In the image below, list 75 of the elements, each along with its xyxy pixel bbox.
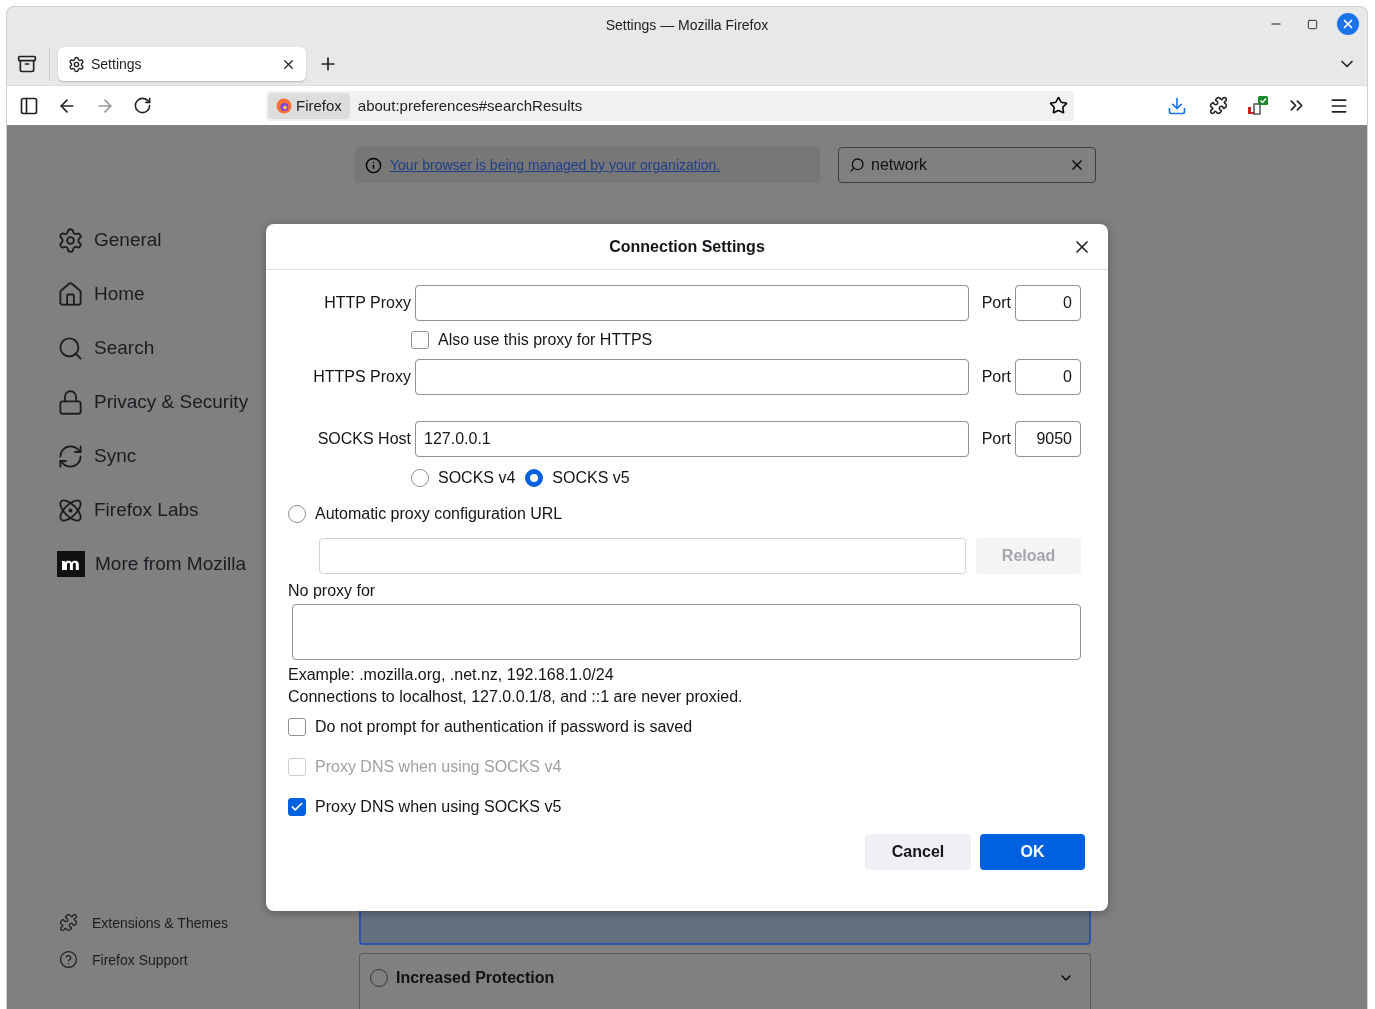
- host-field[interactable]: [415, 285, 969, 321]
- logo-icon: [57, 551, 85, 577]
- tray-icon: [17, 54, 37, 74]
- checkbox[interactable]: [411, 331, 429, 349]
- port-field[interactable]: 0: [1015, 359, 1081, 395]
- search-icon: [849, 157, 865, 173]
- identity-button[interactable]: Firefox: [268, 92, 350, 119]
- protection-card[interactable]: Increased Protection: [359, 953, 1091, 1009]
- example-text: Example: .mozilla.org, .net.nz, 192.168.1.0/24: [288, 666, 615, 684]
- card-title: Increased Protection: [396, 968, 556, 987]
- reload-icon: [133, 96, 152, 115]
- tab-title: Settings: [91, 56, 143, 72]
- host-field[interactable]: [415, 359, 969, 395]
- radio-option[interactable]: SOCKS v5: [525, 469, 630, 487]
- settings-icon: [68, 55, 85, 73]
- sync-icon: [57, 442, 84, 470]
- lock-icon: [57, 388, 84, 416]
- port-field[interactable]: 0: [1015, 285, 1081, 321]
- checkbox-row[interactable]: Do not prompt for authentication if password is saved: [288, 718, 1081, 736]
- field-label: Port: [980, 368, 1011, 386]
- sidebar-icon: [19, 95, 39, 116]
- search-field[interactable]: network: [838, 147, 1096, 183]
- radio-label: Automatic proxy configuration URL: [315, 505, 563, 523]
- radio-option[interactable]: Automatic proxy configuration URL: [288, 505, 1081, 523]
- url-field[interactable]: [319, 538, 966, 574]
- address-bar[interactable]: Firefox about:preferences#searchResults: [266, 90, 1074, 121]
- sidebar-link[interactable]: Firefox Support: [57, 950, 355, 969]
- bookmark-star-icon[interactable]: [1049, 96, 1068, 115]
- no-proxy-field[interactable]: [292, 604, 1081, 660]
- browser-logo-icon: [276, 97, 292, 114]
- radio-option[interactable]: SOCKS v4: [411, 469, 516, 487]
- checkbox-label: Do not prompt for authentication if password is saved: [315, 718, 693, 736]
- field-label: HTTPS Proxy: [312, 368, 411, 386]
- atom-icon: [57, 496, 84, 524]
- checkbox-row[interactable]: Also use this proxy for HTTPS: [411, 331, 1081, 349]
- home-icon: [57, 280, 84, 308]
- sidebar-item[interactable]: General: [57, 213, 355, 267]
- port-field[interactable]: 9050: [1015, 421, 1081, 457]
- dialog-title: Connection Settings: [609, 237, 765, 256]
- cancel-button[interactable]: Cancel: [865, 834, 971, 870]
- checkbox[interactable]: [288, 718, 306, 736]
- host-field[interactable]: 127.0.0.1: [415, 421, 969, 457]
- checkbox-label: Also use this proxy for HTTPS: [438, 331, 653, 349]
- extension-badge-icon[interactable]: [1246, 95, 1268, 116]
- note-text: Connections to localhost, 127.0.0.1/8, and ::1 are never proxied.: [288, 688, 744, 706]
- settings-icon: [57, 226, 84, 254]
- radio-label: SOCKS v4: [438, 469, 516, 487]
- window-title: Settings — Mozilla Firefox: [605, 17, 769, 33]
- download-icon: [1167, 95, 1187, 116]
- url-text: about:preferences#searchResults: [357, 97, 584, 114]
- field-label: No proxy for: [288, 582, 377, 600]
- puzzle-icon: [1209, 96, 1228, 115]
- field-label: Port: [980, 294, 1011, 312]
- sidebar-link[interactable]: Extensions & Themes: [57, 913, 355, 932]
- browser-tab[interactable]: Settings: [58, 47, 306, 81]
- check-icon: [290, 800, 304, 814]
- ok-button[interactable]: OK: [980, 834, 1085, 870]
- checkbox-row[interactable]: Proxy DNS when using SOCKS v5: [288, 798, 1081, 816]
- field-label: SOCKS Host: [316, 430, 411, 448]
- radio-label: SOCKS v5: [552, 469, 630, 487]
- field-label: Port: [980, 430, 1011, 448]
- maximize-icon: [1306, 18, 1318, 30]
- checkbox-label: Proxy DNS when using SOCKS v4: [315, 758, 562, 776]
- info-icon: [365, 156, 382, 174]
- radio[interactable]: [525, 469, 544, 487]
- close-icon: [1341, 17, 1355, 31]
- radio[interactable]: [411, 469, 429, 487]
- puzzle-icon: [59, 913, 78, 932]
- checkbox-label: Proxy DNS when using SOCKS v5: [315, 798, 562, 816]
- checkbox[interactable]: [288, 798, 306, 816]
- radio[interactable]: [288, 505, 306, 523]
- clear-icon[interactable]: [1069, 157, 1085, 173]
- field-label: HTTP Proxy: [323, 294, 411, 312]
- help-icon: [59, 950, 78, 969]
- search-icon: [57, 334, 84, 362]
